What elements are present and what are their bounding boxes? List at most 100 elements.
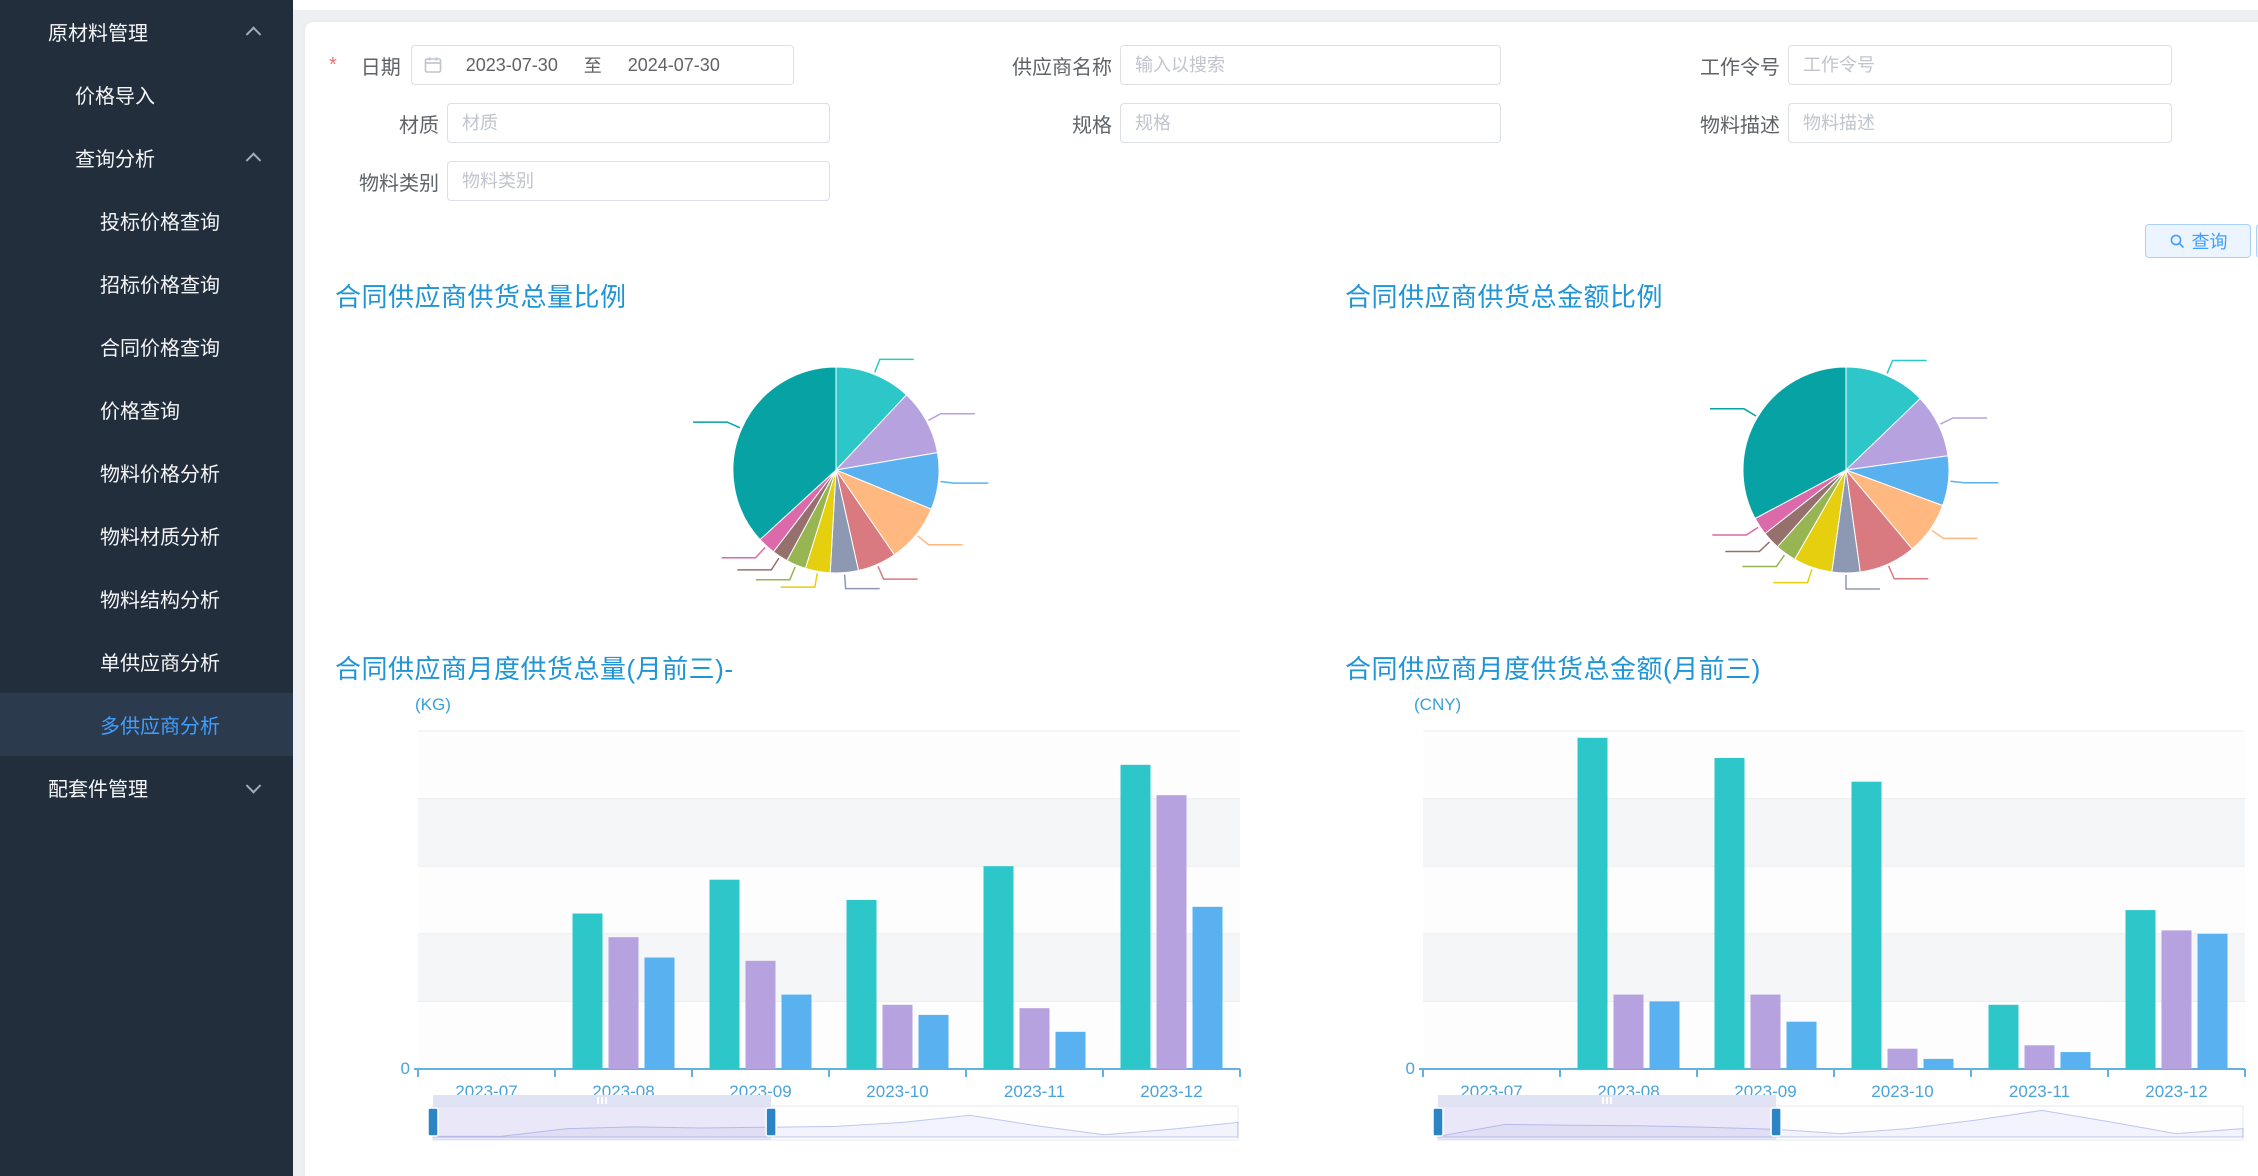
- query-button-label: 查询: [2192, 228, 2228, 254]
- sidebar-item-10[interactable]: 单供应商分析: [0, 630, 293, 693]
- pie2-title: 合同供应商供货总金额比例: [1345, 277, 1663, 314]
- work-order-label: 工作令号: [1660, 51, 1788, 80]
- field-work-order: 工作令号: [1660, 45, 2172, 85]
- sidebar-item-label: 多供应商分析: [100, 710, 220, 739]
- bar-teal-2023-11[interactable]: [1989, 1005, 2019, 1069]
- datazoom-handle-left[interactable]: [428, 1108, 438, 1136]
- sidebar-item-7[interactable]: 物料价格分析: [0, 441, 293, 504]
- pie-label-line-3: [918, 536, 963, 545]
- x-axis-label-3: 2023-10: [866, 1082, 928, 1101]
- bar-chart-monthly-volume[interactable]: 02023-072023-082023-092023-102023-112023…: [400, 690, 1260, 1160]
- top-strip: [293, 0, 2258, 10]
- bar-purple-2023-10[interactable]: [1888, 1049, 1918, 1069]
- sidebar-item-label: 物料材质分析: [100, 521, 220, 550]
- sidebar-item-9[interactable]: 物料结构分析: [0, 567, 293, 630]
- datazoom-handle-right[interactable]: [766, 1108, 776, 1136]
- sidebar-item-12[interactable]: 配套件管理: [0, 756, 293, 819]
- pie-chart-supply-amount[interactable]: [1543, 324, 2153, 620]
- sidebar-item-label: 价格导入: [75, 80, 155, 109]
- pie-label-line-6: [1774, 569, 1813, 582]
- sidebar-item-label: 物料价格分析: [100, 458, 220, 487]
- bar-blue-2023-09[interactable]: [782, 995, 812, 1069]
- bar-purple-2023-08[interactable]: [609, 937, 639, 1069]
- bar-purple-2023-08[interactable]: [1614, 995, 1644, 1069]
- bar-purple-2023-11[interactable]: [2025, 1045, 2055, 1069]
- bar-blue-2023-12[interactable]: [1193, 907, 1223, 1069]
- datazoom-selected-region[interactable]: [1438, 1106, 1776, 1140]
- sidebar-item-1[interactable]: 价格导入: [0, 63, 293, 126]
- material-category-input[interactable]: [447, 161, 830, 201]
- split-area: [1423, 731, 2245, 799]
- x-axis-label-3: 2023-10: [1871, 1082, 1933, 1101]
- supplier-input[interactable]: [1120, 45, 1501, 85]
- bar-teal-2023-10[interactable]: [1852, 782, 1882, 1069]
- chevron-down-icon: [246, 778, 262, 794]
- material-label: 材质: [329, 109, 447, 138]
- spec-input[interactable]: [1120, 103, 1501, 143]
- bar-teal-2023-12[interactable]: [2126, 910, 2156, 1069]
- query-button[interactable]: 查询: [2145, 224, 2251, 258]
- x-axis-label-5: 2023-12: [1140, 1082, 1202, 1101]
- date-range-picker[interactable]: 至: [411, 45, 794, 85]
- bar-blue-2023-08[interactable]: [645, 958, 675, 1070]
- bar-teal-2023-11[interactable]: [984, 866, 1014, 1069]
- datazoom-grip-dot: [605, 1097, 607, 1104]
- bar-teal-2023-09[interactable]: [1715, 758, 1745, 1069]
- date-label: 日期: [341, 51, 411, 80]
- bar-purple-2023-12[interactable]: [1157, 795, 1187, 1069]
- sidebar-item-5[interactable]: 合同价格查询: [0, 315, 293, 378]
- sidebar-item-8[interactable]: 物料材质分析: [0, 504, 293, 567]
- bar-purple-2023-11[interactable]: [1020, 1008, 1050, 1069]
- pie-label-line-2: [940, 482, 988, 484]
- bar-blue-2023-12[interactable]: [2198, 934, 2228, 1069]
- material-input[interactable]: [447, 103, 830, 143]
- bar-blue-2023-08[interactable]: [1650, 1001, 1680, 1069]
- split-area: [418, 866, 1240, 934]
- bar-blue-2023-09[interactable]: [1787, 1022, 1817, 1069]
- bar-chart-monthly-amount[interactable]: 02023-072023-082023-092023-102023-112023…: [1405, 690, 2258, 1160]
- bar-teal-2023-08[interactable]: [1578, 738, 1608, 1069]
- material-desc-input[interactable]: [1788, 103, 2172, 143]
- field-material-category: 物料类别: [329, 161, 830, 201]
- x-axis-label-4: 2023-11: [1004, 1082, 1065, 1101]
- sidebar-item-2[interactable]: 查询分析: [0, 126, 293, 189]
- bar-purple-2023-10[interactable]: [883, 1005, 913, 1069]
- sidebar-item-label: 投标价格查询: [100, 206, 220, 235]
- field-material-desc: 物料描述: [1660, 103, 2172, 143]
- split-area: [418, 1001, 1240, 1069]
- bar-teal-2023-10[interactable]: [847, 900, 877, 1069]
- bar-teal-2023-12[interactable]: [1121, 765, 1151, 1069]
- bar-blue-2023-10[interactable]: [919, 1015, 949, 1069]
- date-end-input[interactable]: [608, 54, 740, 77]
- pie-chart-supply-volume[interactable]: [533, 324, 1143, 620]
- bar-purple-2023-09[interactable]: [1751, 995, 1781, 1069]
- split-area: [418, 799, 1240, 867]
- date-start-input[interactable]: [446, 54, 578, 77]
- sidebar-item-11[interactable]: 多供应商分析: [0, 693, 293, 756]
- datazoom-grip-dot: [597, 1097, 599, 1104]
- bar-blue-2023-11[interactable]: [2061, 1052, 2091, 1069]
- bar-teal-2023-09[interactable]: [710, 880, 740, 1069]
- bar-purple-2023-12[interactable]: [2162, 930, 2192, 1069]
- work-order-input[interactable]: [1788, 45, 2172, 85]
- pie-label-line-1: [929, 414, 975, 421]
- pie-label-line-1: [1940, 418, 1987, 424]
- sidebar-item-6[interactable]: 价格查询: [0, 378, 293, 441]
- sidebar-item-0[interactable]: 原材料管理: [0, 0, 293, 63]
- field-spec: 规格: [1000, 103, 1501, 143]
- bar-blue-2023-10[interactable]: [1924, 1059, 1954, 1069]
- datazoom-handle-right[interactable]: [1771, 1108, 1781, 1136]
- sidebar-item-4[interactable]: 招标价格查询: [0, 252, 293, 315]
- chevron-up-icon: [246, 152, 262, 168]
- split-area: [1423, 1001, 2245, 1069]
- sidebar-item-label: 招标价格查询: [100, 269, 220, 298]
- pie1-title: 合同供应商供货总量比例: [335, 277, 627, 314]
- datazoom-selected-region[interactable]: [433, 1106, 771, 1140]
- bar2-title: 合同供应商月度供货总金额(月前三): [1345, 649, 1761, 686]
- bar-purple-2023-09[interactable]: [746, 961, 776, 1069]
- datazoom-handle-left[interactable]: [1433, 1108, 1443, 1136]
- sidebar-item-3[interactable]: 投标价格查询: [0, 189, 293, 252]
- split-area: [1423, 934, 2245, 1002]
- bar-blue-2023-11[interactable]: [1056, 1032, 1086, 1069]
- bar-teal-2023-08[interactable]: [573, 914, 603, 1070]
